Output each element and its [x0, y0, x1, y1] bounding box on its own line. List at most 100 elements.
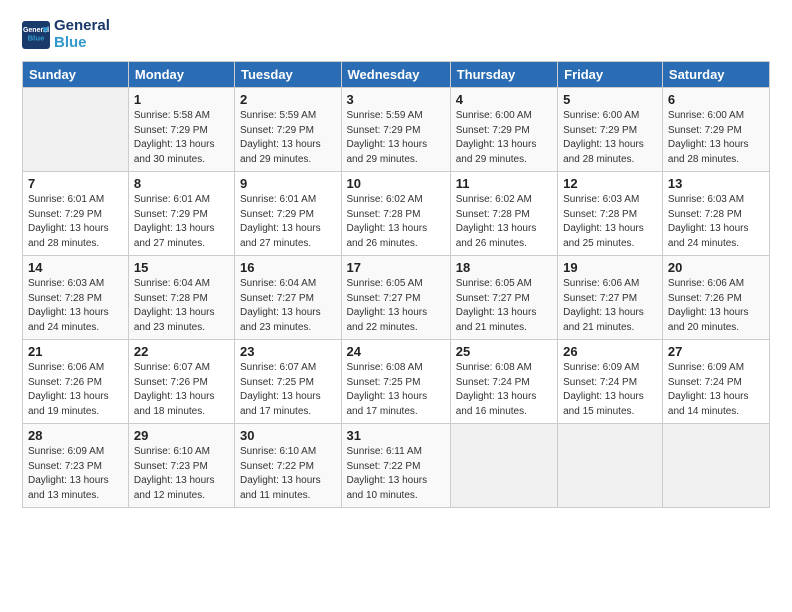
daylight-label: Daylight: 13 hours and 24 minutes. [668, 223, 749, 249]
day-info: Sunrise: 6:04 AM Sunset: 7:28 PM Dayligh… [134, 277, 229, 335]
daylight-label: Daylight: 13 hours and 28 minutes. [668, 139, 749, 165]
calendar-week-row: 14 Sunrise: 6:03 AM Sunset: 7:28 PM Dayl… [23, 256, 770, 340]
sunset-label: Sunset: 7:28 PM [456, 209, 530, 220]
day-number: 6 [668, 92, 764, 107]
sunrise-label: Sunrise: 6:10 AM [134, 446, 210, 457]
weekday-header: Monday [128, 62, 234, 88]
day-info: Sunrise: 6:00 AM Sunset: 7:29 PM Dayligh… [668, 109, 764, 167]
sunset-label: Sunset: 7:22 PM [240, 461, 314, 472]
calendar-cell: 27 Sunrise: 6:09 AM Sunset: 7:24 PM Dayl… [662, 340, 769, 424]
weekday-header: Saturday [662, 62, 769, 88]
day-info: Sunrise: 6:09 AM Sunset: 7:24 PM Dayligh… [668, 361, 764, 419]
calendar-cell: 31 Sunrise: 6:11 AM Sunset: 7:22 PM Dayl… [341, 424, 450, 508]
calendar-cell: 4 Sunrise: 6:00 AM Sunset: 7:29 PM Dayli… [450, 88, 557, 172]
sunset-label: Sunset: 7:23 PM [134, 461, 208, 472]
sunset-label: Sunset: 7:28 PM [563, 209, 637, 220]
sunrise-label: Sunrise: 6:05 AM [456, 278, 532, 289]
calendar-cell: 16 Sunrise: 6:04 AM Sunset: 7:27 PM Dayl… [235, 256, 342, 340]
calendar-cell [662, 424, 769, 508]
sunset-label: Sunset: 7:26 PM [668, 293, 742, 304]
sunrise-label: Sunrise: 6:11 AM [347, 446, 422, 457]
sunrise-label: Sunrise: 5:59 AM [347, 110, 423, 121]
sunset-label: Sunset: 7:24 PM [563, 377, 637, 388]
day-info: Sunrise: 5:58 AM Sunset: 7:29 PM Dayligh… [134, 109, 229, 167]
sunset-label: Sunset: 7:29 PM [28, 209, 102, 220]
day-info: Sunrise: 6:08 AM Sunset: 7:24 PM Dayligh… [456, 361, 552, 419]
sunrise-label: Sunrise: 6:04 AM [240, 278, 316, 289]
daylight-label: Daylight: 13 hours and 17 minutes. [347, 391, 428, 417]
day-number: 24 [347, 344, 445, 359]
day-info: Sunrise: 6:01 AM Sunset: 7:29 PM Dayligh… [134, 193, 229, 251]
sunset-label: Sunset: 7:25 PM [240, 377, 314, 388]
day-number: 22 [134, 344, 229, 359]
day-number: 15 [134, 260, 229, 275]
calendar-cell [450, 424, 557, 508]
day-info: Sunrise: 6:04 AM Sunset: 7:27 PM Dayligh… [240, 277, 336, 335]
day-info: Sunrise: 6:05 AM Sunset: 7:27 PM Dayligh… [456, 277, 552, 335]
sunrise-label: Sunrise: 6:00 AM [563, 110, 639, 121]
weekday-header: Thursday [450, 62, 557, 88]
day-number: 18 [456, 260, 552, 275]
day-number: 9 [240, 176, 336, 191]
daylight-label: Daylight: 13 hours and 17 minutes. [240, 391, 321, 417]
calendar-cell: 23 Sunrise: 6:07 AM Sunset: 7:25 PM Dayl… [235, 340, 342, 424]
sunset-label: Sunset: 7:29 PM [347, 125, 421, 136]
sunrise-label: Sunrise: 6:02 AM [456, 194, 532, 205]
sunrise-label: Sunrise: 6:08 AM [347, 362, 423, 373]
day-number: 20 [668, 260, 764, 275]
calendar-body: 1 Sunrise: 5:58 AM Sunset: 7:29 PM Dayli… [23, 88, 770, 508]
sunrise-label: Sunrise: 6:09 AM [668, 362, 744, 373]
calendar-week-row: 1 Sunrise: 5:58 AM Sunset: 7:29 PM Dayli… [23, 88, 770, 172]
weekday-header: Tuesday [235, 62, 342, 88]
day-number: 27 [668, 344, 764, 359]
day-info: Sunrise: 6:06 AM Sunset: 7:27 PM Dayligh… [563, 277, 657, 335]
day-info: Sunrise: 5:59 AM Sunset: 7:29 PM Dayligh… [347, 109, 445, 167]
day-info: Sunrise: 6:00 AM Sunset: 7:29 PM Dayligh… [563, 109, 657, 167]
sunset-label: Sunset: 7:26 PM [134, 377, 208, 388]
calendar-cell: 1 Sunrise: 5:58 AM Sunset: 7:29 PM Dayli… [128, 88, 234, 172]
calendar-cell: 9 Sunrise: 6:01 AM Sunset: 7:29 PM Dayli… [235, 172, 342, 256]
daylight-label: Daylight: 13 hours and 26 minutes. [347, 223, 428, 249]
day-info: Sunrise: 6:07 AM Sunset: 7:26 PM Dayligh… [134, 361, 229, 419]
daylight-label: Daylight: 13 hours and 22 minutes. [347, 307, 428, 333]
sunset-label: Sunset: 7:28 PM [28, 293, 102, 304]
header: General Blue General Blue [22, 18, 770, 51]
daylight-label: Daylight: 13 hours and 12 minutes. [134, 475, 215, 501]
sunrise-label: Sunrise: 6:07 AM [240, 362, 316, 373]
calendar-cell: 25 Sunrise: 6:08 AM Sunset: 7:24 PM Dayl… [450, 340, 557, 424]
day-number: 28 [28, 428, 123, 443]
day-info: Sunrise: 6:09 AM Sunset: 7:23 PM Dayligh… [28, 445, 123, 503]
daylight-label: Daylight: 13 hours and 21 minutes. [456, 307, 537, 333]
logo-text: General Blue [54, 18, 110, 51]
page: General Blue General Blue SundayMondayTu… [0, 0, 792, 518]
sunrise-label: Sunrise: 6:06 AM [28, 362, 104, 373]
daylight-label: Daylight: 13 hours and 30 minutes. [134, 139, 215, 165]
day-info: Sunrise: 6:00 AM Sunset: 7:29 PM Dayligh… [456, 109, 552, 167]
sunrise-label: Sunrise: 6:08 AM [456, 362, 532, 373]
day-number: 8 [134, 176, 229, 191]
logo-blue: Blue [54, 35, 110, 52]
calendar-cell: 19 Sunrise: 6:06 AM Sunset: 7:27 PM Dayl… [558, 256, 663, 340]
sunrise-label: Sunrise: 6:01 AM [28, 194, 104, 205]
day-number: 23 [240, 344, 336, 359]
daylight-label: Daylight: 13 hours and 19 minutes. [28, 391, 109, 417]
day-info: Sunrise: 6:03 AM Sunset: 7:28 PM Dayligh… [563, 193, 657, 251]
day-number: 26 [563, 344, 657, 359]
weekday-header: Sunday [23, 62, 129, 88]
sunrise-label: Sunrise: 6:00 AM [456, 110, 532, 121]
calendar-cell: 18 Sunrise: 6:05 AM Sunset: 7:27 PM Dayl… [450, 256, 557, 340]
day-number: 4 [456, 92, 552, 107]
daylight-label: Daylight: 13 hours and 29 minutes. [240, 139, 321, 165]
day-number: 14 [28, 260, 123, 275]
day-number: 11 [456, 176, 552, 191]
day-number: 12 [563, 176, 657, 191]
day-info: Sunrise: 6:06 AM Sunset: 7:26 PM Dayligh… [668, 277, 764, 335]
calendar-table: SundayMondayTuesdayWednesdayThursdayFrid… [22, 61, 770, 508]
sunrise-label: Sunrise: 6:01 AM [134, 194, 210, 205]
daylight-label: Daylight: 13 hours and 15 minutes. [563, 391, 644, 417]
day-number: 31 [347, 428, 445, 443]
calendar-cell: 11 Sunrise: 6:02 AM Sunset: 7:28 PM Dayl… [450, 172, 557, 256]
daylight-label: Daylight: 13 hours and 13 minutes. [28, 475, 109, 501]
calendar-cell: 2 Sunrise: 5:59 AM Sunset: 7:29 PM Dayli… [235, 88, 342, 172]
day-info: Sunrise: 6:06 AM Sunset: 7:26 PM Dayligh… [28, 361, 123, 419]
